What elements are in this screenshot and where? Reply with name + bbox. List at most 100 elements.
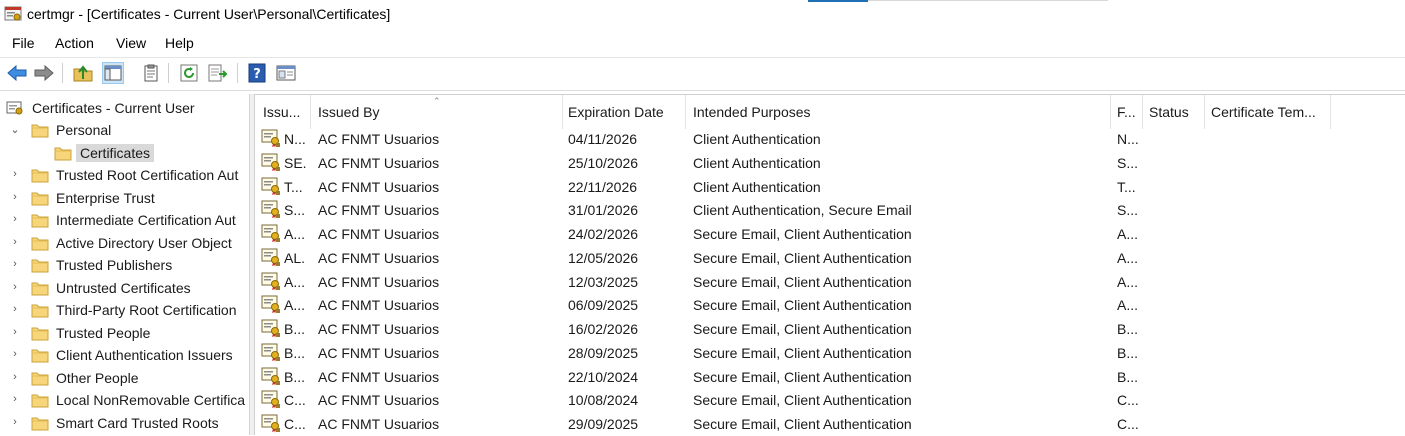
certificate-icon	[261, 367, 281, 386]
certificate-row[interactable]: B... AC FNMT Usuarios 16/02/2026 Secure Ema…	[255, 317, 1405, 341]
tree-item-trusted-publishers[interactable]: › Trusted Publishers	[0, 255, 249, 277]
menu-help[interactable]: Help	[165, 35, 194, 51]
certificate-row[interactable]: B... AC FNMT Usuarios 22/10/2024 Secure Ema…	[255, 365, 1405, 389]
certificate-row[interactable]: A... AC FNMT Usuarios 06/09/2025 Secure Ema…	[255, 293, 1405, 317]
chevron-right-icon[interactable]: ›	[9, 281, 21, 293]
cell-issued-to: AL...	[284, 249, 306, 266]
column-header-intended-purposes[interactable]: Intended Purposes	[693, 95, 1113, 129]
tree-root[interactable]: Certificates - Current User	[0, 98, 249, 120]
column-separator[interactable]	[685, 95, 686, 129]
chevron-right-icon[interactable]: ›	[9, 303, 21, 315]
certificate-row[interactable]: N... AC FNMT Usuarios 04/11/2026 Client Aut…	[255, 127, 1405, 151]
cell-expiration-date: 31/01/2026	[568, 202, 639, 219]
column-separator[interactable]	[1142, 95, 1143, 129]
chevron-down-icon[interactable]: ⌄	[9, 123, 21, 136]
cell-issued-by: AC FNMT Usuarios	[318, 249, 440, 266]
cell-issued-by: AC FNMT Usuarios	[318, 344, 440, 361]
certificate-row[interactable]: A... AC FNMT Usuarios 12/03/2025 Secure Ema…	[255, 270, 1405, 294]
divider	[868, 0, 1108, 1]
column-separator[interactable]	[1330, 95, 1331, 129]
tree-item-third-party-root-certification[interactable]: › Third-Party Root Certification	[0, 300, 249, 322]
export-list-icon[interactable]	[207, 62, 229, 84]
chevron-right-icon[interactable]: ›	[9, 236, 21, 248]
folder-icon	[31, 347, 49, 363]
tree-item-client-authentication-issuers[interactable]: › Client Authentication Issuers	[0, 345, 249, 367]
certificate-row[interactable]: AL... AC FNMT Usuarios 12/05/2026 Secure Em…	[255, 246, 1405, 270]
column-header-status[interactable]: Status	[1149, 95, 1207, 129]
cell-friendly-name: A...	[1117, 297, 1139, 314]
help-icon[interactable]: ?	[246, 62, 268, 84]
folder-icon	[31, 325, 49, 341]
cell-expiration-date: 28/09/2025	[568, 344, 639, 361]
cell-expiration-date: 24/02/2026	[568, 226, 639, 242]
tree-item-smart-card-trusted-roots[interactable]: › Smart Card Trusted Roots	[0, 413, 249, 435]
cell-intended-purposes: Secure Email, Client Authentication	[693, 416, 912, 432]
properties-icon[interactable]	[140, 62, 162, 84]
chevron-right-icon[interactable]: ›	[9, 168, 21, 180]
tree-item-trusted-people[interactable]: › Trusted People	[0, 323, 249, 345]
cell-intended-purposes: Client Authentication	[693, 131, 821, 147]
tree-item-label: Certificates	[76, 143, 155, 162]
column-header-certificate-template[interactable]: Certificate Tem...	[1211, 95, 1341, 129]
cell-intended-purposes: Client Authentication	[693, 154, 821, 171]
chevron-right-icon[interactable]: ›	[9, 348, 21, 360]
tree-item-active-directory-user-object[interactable]: › Active Directory User Object	[0, 233, 249, 255]
menu-view[interactable]: View	[116, 35, 146, 51]
menu-action[interactable]: Action	[55, 35, 94, 51]
cell-issued-by: AC FNMT Usuarios	[318, 154, 440, 171]
cell-friendly-name: B...	[1117, 321, 1139, 337]
certificate-icon	[261, 129, 281, 148]
certificate-row[interactable]: S... AC FNMT Usuarios 31/01/2026 Client Aut…	[255, 198, 1405, 222]
back-icon[interactable]	[6, 62, 28, 84]
refresh-icon[interactable]	[178, 62, 200, 84]
column-separator[interactable]	[562, 95, 563, 129]
column-header-issued-to[interactable]: Issu...	[263, 95, 313, 129]
cell-intended-purposes: Secure Email, Client Authentication	[693, 297, 912, 314]
chevron-right-icon[interactable]: ›	[9, 191, 21, 203]
cell-expiration-date: 06/09/2025	[568, 297, 639, 314]
tree-item-local-nonremovable-certifica[interactable]: › Local NonRemovable Certifica	[0, 390, 249, 412]
tree-item-intermediate-certification-aut[interactable]: › Intermediate Certification Aut	[0, 210, 249, 232]
chevron-right-icon[interactable]: ›	[9, 371, 21, 383]
chevron-right-icon[interactable]: ›	[9, 416, 21, 428]
tree-item-certificates[interactable]: Certificates	[0, 143, 249, 165]
cell-expiration-date: 22/10/2024	[568, 368, 639, 385]
tree-item-trusted-root-certification-aut[interactable]: › Trusted Root Certification Aut	[0, 165, 249, 187]
mmc-view-icon[interactable]	[275, 62, 297, 84]
chevron-right-icon[interactable]: ›	[9, 326, 21, 338]
column-separator[interactable]	[1110, 95, 1111, 129]
certificate-row[interactable]: A... AC FNMT Usuarios 24/02/2026 Secure Ema…	[255, 222, 1405, 246]
menu-file[interactable]: File	[12, 35, 35, 51]
tree-item-enterprise-trust[interactable]: › Enterprise Trust	[0, 188, 249, 210]
cell-intended-purposes: Secure Email, Client Authentication	[693, 368, 912, 385]
chevron-right-icon[interactable]: ›	[9, 393, 21, 405]
cell-expiration-date: 16/02/2026	[568, 321, 639, 337]
certificate-row[interactable]: C... AC FNMT Usuarios 10/08/2024 Secure Ema…	[255, 388, 1405, 412]
tree-item-other-people[interactable]: › Other People	[0, 368, 249, 390]
tree-item-label: Trusted Root Certification Aut	[56, 167, 239, 183]
column-header-expiration-date[interactable]: Expiration Date	[568, 95, 688, 129]
show-hide-tree-icon[interactable]	[102, 62, 124, 84]
column-separator[interactable]	[1204, 95, 1205, 129]
list-header: ⌃ Issu... Issued By Expiration Date Intende…	[255, 95, 1405, 129]
cell-issued-to: A...	[284, 226, 306, 242]
column-header-issued-by[interactable]: Issued By	[318, 95, 563, 129]
cell-intended-purposes: Secure Email, Client Authentication	[693, 344, 912, 361]
forward-icon[interactable]	[33, 62, 55, 84]
tree-item-label: Enterprise Trust	[56, 189, 155, 206]
tree-item-personal[interactable]: ⌄ Personal	[0, 120, 249, 142]
up-folder-icon[interactable]	[72, 62, 94, 84]
certificate-row[interactable]: C... AC FNMT Usuarios 29/09/2025 Secure Ema…	[255, 412, 1405, 436]
folder-icon	[31, 122, 49, 138]
column-separator[interactable]	[310, 95, 311, 129]
tree-item-untrusted-certificates[interactable]: › Untrusted Certificates	[0, 278, 249, 300]
certificate-icon	[261, 272, 281, 291]
certificate-row[interactable]: B... AC FNMT Usuarios 28/09/2025 Secure Ema…	[255, 341, 1405, 365]
certificates-snapin-icon	[6, 101, 23, 115]
cell-issued-to: S...	[284, 202, 306, 219]
cell-expiration-date: 04/11/2026	[568, 131, 638, 147]
certificate-row[interactable]: T... AC FNMT Usuarios 22/11/2026 Client Aut…	[255, 175, 1405, 199]
chevron-right-icon[interactable]: ›	[9, 213, 21, 225]
certificate-row[interactable]: SE... AC FNMT Usuarios 25/10/2026 Client Au…	[255, 151, 1405, 175]
chevron-right-icon[interactable]: ›	[9, 258, 21, 270]
